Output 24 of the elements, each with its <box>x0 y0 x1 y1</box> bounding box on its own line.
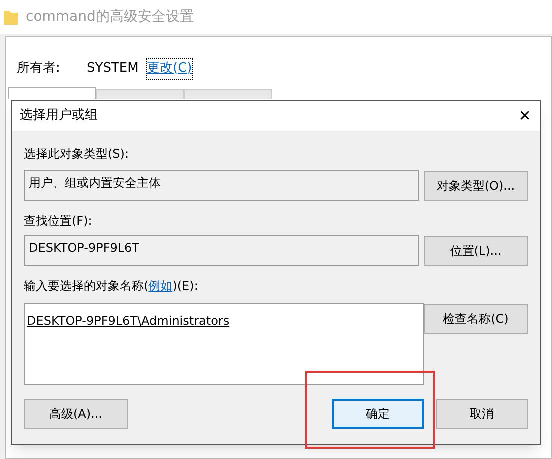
dialog-title: 选择用户或组 <box>20 107 98 126</box>
owner-label: 所有者: <box>17 60 62 78</box>
close-button[interactable]: ✕ <box>510 101 540 131</box>
field-label: 查找位置(F): <box>24 213 94 230</box>
location-field: DESKTOP-9PF9L6T <box>24 235 419 266</box>
tab[interactable] <box>96 88 184 98</box>
tab[interactable] <box>8 86 96 98</box>
folder-icon <box>4 9 18 25</box>
owner-value: SYSTEM <box>87 60 140 78</box>
object-type-field: 用户、组或内置安全主体 <box>24 170 419 201</box>
change-link[interactable]: 更改(C) <box>147 59 192 78</box>
check-names-button[interactable]: 检查名称(C) <box>424 304 528 334</box>
field-label: 输入要选择的对象名称(例如)(E): <box>24 278 200 295</box>
names-input[interactable]: DESKTOP-9PF9L6T\Administrators <box>24 303 424 385</box>
window-title: command的高级安全设置 <box>26 8 194 26</box>
example-link[interactable]: 例如 <box>148 279 173 293</box>
ok-button[interactable]: 确定 <box>332 399 424 429</box>
tab[interactable] <box>184 88 272 98</box>
field-label: 选择此对象类型(S): <box>24 146 130 163</box>
object-name: DESKTOP-9PF9L6T\Administrators <box>27 314 230 328</box>
advanced-button[interactable]: 高级(A)... <box>24 399 128 429</box>
object-type-button[interactable]: 对象类型(O)... <box>424 171 528 201</box>
location-button[interactable]: 位置(L)... <box>424 236 528 266</box>
cancel-button[interactable]: 取消 <box>436 399 528 429</box>
